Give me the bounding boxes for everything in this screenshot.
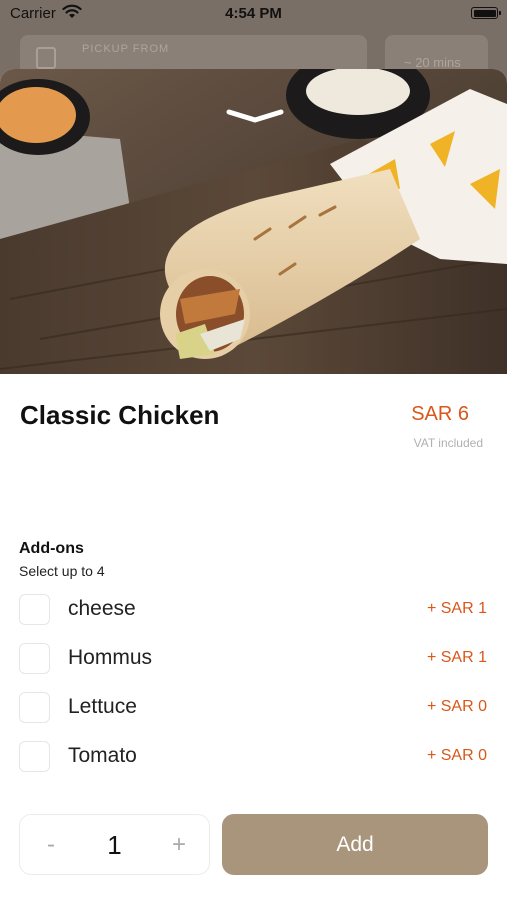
addon-checkbox[interactable] [19, 643, 50, 674]
addon-row-tomato[interactable]: Tomato + SAR 0 [0, 736, 507, 776]
addon-checkbox[interactable] [19, 692, 50, 723]
addon-price: + SAR 0 [426, 698, 487, 715]
addon-row-lettuce[interactable]: Lettuce + SAR 0 [0, 687, 507, 727]
status-bar: Carrier 4:54 PM [0, 0, 507, 28]
addon-label: Lettuce [68, 695, 137, 718]
pickup-from-label: PICKUP FROM [82, 43, 170, 55]
addon-label: Hommus [68, 646, 153, 669]
vat-note: VAT included [413, 436, 483, 450]
quantity-stepper: 1 - + [19, 814, 210, 875]
addon-label: Tomato [68, 744, 137, 767]
addon-checkbox[interactable] [19, 594, 50, 625]
addon-label: cheese [68, 597, 136, 620]
increase-quantity-button[interactable]: + [164, 831, 194, 859]
store-icon [36, 47, 56, 69]
addon-row-cheese[interactable]: cheese + SAR 1 [0, 589, 507, 629]
addons-subtitle: Select up to 4 [19, 563, 105, 579]
decrease-quantity-button[interactable]: - [36, 831, 66, 859]
addon-price: + SAR 0 [426, 747, 487, 764]
addon-row-hommus[interactable]: Hommus + SAR 1 [0, 638, 507, 678]
addon-checkbox[interactable] [19, 741, 50, 772]
addon-price: + SAR 1 [426, 600, 487, 617]
addons-heading: Add-ons [19, 540, 84, 557]
eta-label: ~ 20 mins [404, 55, 461, 70]
addon-price: + SAR 1 [426, 649, 487, 666]
product-image [0, 69, 507, 374]
product-sheet: Classic Chicken SAR 6 VAT included Add-o… [0, 69, 507, 900]
product-title: Classic Chicken [20, 400, 220, 430]
product-price: SAR 6 [411, 403, 469, 425]
clock: 4:54 PM [225, 5, 282, 22]
add-to-cart-button[interactable]: Add [222, 814, 488, 875]
chevron-down-icon[interactable] [226, 109, 284, 123]
battery-icon [471, 7, 501, 19]
